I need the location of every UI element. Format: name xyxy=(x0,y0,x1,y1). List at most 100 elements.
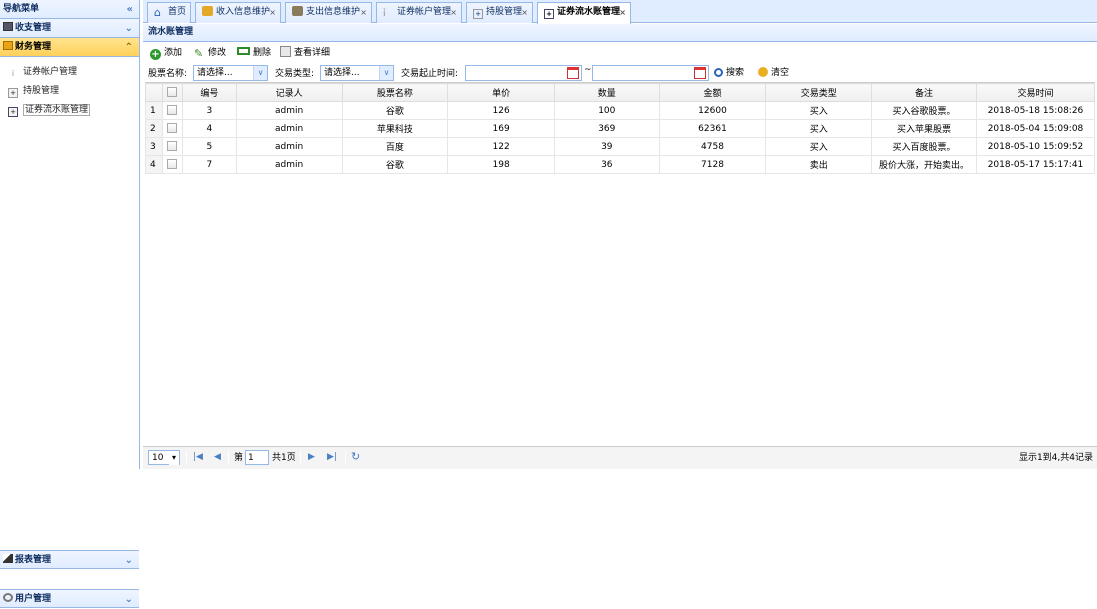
row-checkbox[interactable] xyxy=(161,155,183,174)
tab-label: 证券帐户管理 xyxy=(397,7,452,17)
table-row[interactable]: 1 3 admin 谷歌 126 100 12600 买入 买入谷歌股票。 2018-05-18 … xyxy=(145,101,1096,120)
calendar-icon[interactable] xyxy=(567,67,579,79)
row-number: 4 xyxy=(145,155,163,174)
tab-securities-account[interactable]: ỉ 证券帐户管理 × xyxy=(376,2,462,23)
sidebar-item-label: 证券流水账管理 xyxy=(23,104,91,116)
column-header[interactable]: 交易类型 xyxy=(765,83,873,102)
first-page-icon[interactable]: |◀ xyxy=(193,452,203,462)
row-number: 2 xyxy=(145,119,163,138)
cell-recorder: admin xyxy=(235,155,343,174)
clear-button[interactable]: 清空 xyxy=(758,66,789,80)
row-checkbox[interactable] xyxy=(161,119,183,138)
row-checkbox[interactable] xyxy=(161,137,183,156)
section-income-expense[interactable]: 收支管理 ⌄ xyxy=(0,19,139,38)
last-page-icon[interactable]: ▶| xyxy=(327,452,337,462)
cell-note: 股价大涨，开始卖出。 xyxy=(871,155,977,174)
refresh-icon[interactable]: ↻ xyxy=(351,450,360,463)
close-icon[interactable]: × xyxy=(269,3,276,22)
pencil-icon: ✎ xyxy=(194,47,204,60)
section-label: 报表管理 xyxy=(15,555,52,565)
filter-bar: 股票名称: 请选择... ∨ 交易类型: 请选择... ∨ 交易起止时间: ~ … xyxy=(145,63,1095,83)
plus-circle-icon: + xyxy=(150,49,161,60)
ledger-icon xyxy=(3,22,13,31)
wallet-icon xyxy=(292,6,303,16)
end-date-input[interactable] xyxy=(592,65,709,81)
record-summary: 显示1到4,共4记录 xyxy=(1018,453,1093,463)
next-page-icon[interactable]: ▶ xyxy=(308,452,315,462)
close-icon[interactable]: × xyxy=(450,3,457,22)
sidebar-item-securities-ledger[interactable]: + 证券流水账管理 xyxy=(0,101,139,120)
row-checkbox[interactable] xyxy=(161,101,183,120)
column-header[interactable]: 备注 xyxy=(871,83,977,102)
expand-down-icon[interactable]: ⌄ xyxy=(125,590,133,609)
tab-label: 支出信息维护 xyxy=(306,7,361,17)
cell-qty: 39 xyxy=(553,137,660,156)
row-number: 1 xyxy=(145,101,163,120)
expand-down-icon[interactable]: ⌄ xyxy=(125,19,133,38)
search-button[interactable]: 搜索 xyxy=(714,66,744,80)
sidebar-title: 导航菜单 xyxy=(3,4,40,14)
page-number-input[interactable] xyxy=(245,450,269,465)
sidebar: 导航菜单 « 收支管理 ⌄ 财务管理 ⌃ ỉ 证券帐户管理 + 持股管理 + 证券流水… xyxy=(0,0,140,608)
sidebar-item-holdings[interactable]: + 持股管理 xyxy=(0,82,139,101)
column-header[interactable]: 股票名称 xyxy=(341,83,449,102)
chevron-down-icon[interactable]: ∨ xyxy=(253,66,267,80)
tab-holdings[interactable]: + 持股管理 × xyxy=(466,2,533,23)
time-range-label: 交易起止时间: xyxy=(401,69,459,79)
calendar-icon[interactable] xyxy=(694,67,706,79)
collapse-left-icon[interactable]: « xyxy=(127,0,133,19)
chevron-down-icon[interactable]: ∨ xyxy=(379,66,393,80)
cell-note: 买入百度股票。 xyxy=(871,137,977,156)
section-users[interactable]: 用户管理 ⌄ xyxy=(0,589,139,608)
broom-icon xyxy=(758,67,768,77)
sidebar-header: 导航菜单 « xyxy=(0,0,139,19)
sidebar-item-securities-account[interactable]: ỉ 证券帐户管理 xyxy=(0,63,139,82)
close-icon[interactable]: × xyxy=(619,3,626,22)
table-row[interactable]: 4 7 admin 谷歌 198 36 7128 卖出 股价大涨，开始卖出。 2018-05-17… xyxy=(145,155,1096,174)
section-finance[interactable]: 财务管理 ⌃ xyxy=(0,38,139,57)
type-select[interactable]: 请选择... ∨ xyxy=(320,65,394,81)
cell-stock: 谷歌 xyxy=(341,155,449,174)
view-detail-button[interactable]: 查看详细 xyxy=(280,46,330,60)
minus-icon xyxy=(237,47,250,55)
section-label: 财务管理 xyxy=(15,42,52,52)
prev-page-icon[interactable]: ◀ xyxy=(214,452,221,462)
column-header[interactable]: 记录人 xyxy=(235,83,343,102)
column-header[interactable]: 金额 xyxy=(658,83,767,102)
tab-label: 持股管理 xyxy=(486,7,523,17)
section-reports[interactable]: 报表管理 ⌄ xyxy=(0,550,139,569)
column-header[interactable]: 编号 xyxy=(181,83,237,102)
expand-down-icon[interactable]: ⌄ xyxy=(125,551,133,570)
cell-note: 买入苹果股票 xyxy=(871,119,977,138)
column-header[interactable]: 交易时间 xyxy=(975,83,1096,102)
toolbar: + 添加 ✎ 修改 删除 查看详细 xyxy=(145,44,1095,62)
column-header[interactable]: 单价 xyxy=(447,83,555,102)
panel-title-text: 流水账管理 xyxy=(148,27,194,37)
table-row[interactable]: 3 5 admin 百度 122 39 4758 买入 买入百度股票。 2018-05-10 15… xyxy=(145,137,1096,156)
collapse-up-icon[interactable]: ⌃ xyxy=(125,38,133,57)
plus-box-icon: + xyxy=(544,9,554,19)
table-row[interactable]: 2 4 admin 苹果科技 169 369 62361 买入 买入苹果股票 2018-05-04… xyxy=(145,119,1096,138)
stock-select[interactable]: 请选择... ∨ xyxy=(193,65,268,81)
chevron-down-icon[interactable]: ▾ xyxy=(169,451,179,465)
edit-button[interactable]: ✎ 修改 xyxy=(194,46,226,60)
select-all-checkbox[interactable] xyxy=(161,83,183,102)
close-icon[interactable]: × xyxy=(521,3,528,22)
close-icon[interactable]: × xyxy=(360,3,367,22)
start-date-input[interactable] xyxy=(465,65,582,81)
add-button[interactable]: + 添加 xyxy=(150,46,182,60)
folder-icon xyxy=(3,41,13,50)
page-suffix: 共1页 xyxy=(272,453,296,463)
cell-time: 2018-05-18 15:08:26 xyxy=(975,101,1096,120)
tab-securities-ledger[interactable]: + 证券流水账管理 × xyxy=(537,2,631,24)
page-size-select[interactable]: 10 ▾ xyxy=(148,450,180,465)
tab-income[interactable]: 收入信息维护 × xyxy=(195,2,281,23)
tab-expense[interactable]: 支出信息维护 × xyxy=(285,2,372,23)
gear-icon xyxy=(3,593,13,602)
column-header[interactable]: 数量 xyxy=(553,83,660,102)
cell-qty: 100 xyxy=(553,101,660,120)
delete-button[interactable]: 删除 xyxy=(237,46,271,60)
tab-home[interactable]: ⌂ 首页 xyxy=(147,2,191,23)
cell-qty: 36 xyxy=(553,155,660,174)
page-prefix: 第 xyxy=(234,453,244,463)
